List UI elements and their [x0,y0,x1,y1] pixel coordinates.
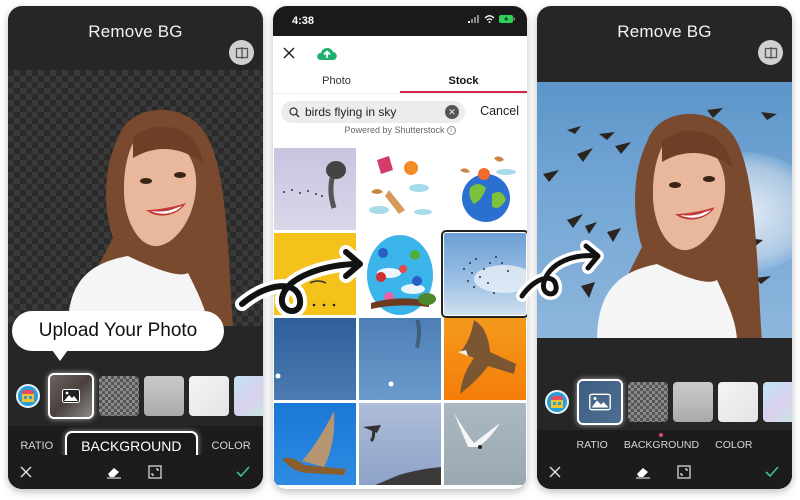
thumbnail-marble[interactable] [718,382,758,422]
store-button[interactable] [545,390,569,414]
result-tern-grey-sky[interactable] [444,403,526,485]
result-hawk-orange-sky[interactable] [444,318,526,400]
tab-color[interactable]: COLOR [707,439,760,451]
status-time: 4:38 [292,15,315,27]
expand-icon [677,465,691,479]
close-icon[interactable] [281,45,297,61]
close-icon [549,466,561,478]
checkmark-icon [765,466,779,478]
confirm-button[interactable] [762,462,782,482]
tutorial-composite: Remove BG RATIO BACKGROUND COLOR Upload … [0,0,800,500]
thumbnail-concrete[interactable] [144,376,184,416]
result-falcon-blue-sky[interactable] [274,403,356,485]
tab-stock[interactable]: Stock [400,70,527,93]
thumbnail-transparent[interactable] [628,382,668,422]
result-blue-sky-moon[interactable] [274,318,356,400]
upload-callout: Upload Your Photo [12,311,224,361]
clear-search-button[interactable]: ✕ [445,105,459,119]
result-globe-birds-illustration[interactable] [444,148,526,230]
tab-color[interactable]: COLOR [204,440,259,452]
phone-editor-before: Remove BG RATIO BACKGROUND COLOR [8,6,263,489]
close-icon [20,466,32,478]
eraser-button[interactable] [104,462,124,482]
tab-photo[interactable]: Photo [273,70,400,93]
screen-title: Remove BG [88,22,183,41]
background-thumbnails [8,372,263,420]
tab-background-label: BACKGROUND [623,439,700,451]
image-icon [62,389,80,403]
thumbnail-concrete[interactable] [673,382,713,422]
clear-icon: ✕ [448,106,456,117]
close-button[interactable] [16,462,36,482]
stock-results-grid [274,148,527,485]
screen-title: Remove BG [617,22,712,41]
cancel-button[interactable]: Cancel [480,104,519,118]
result-gull-over-hill[interactable] [359,403,441,485]
compare-button[interactable] [758,40,783,65]
signal-icon [468,15,479,23]
cutout-person [58,98,238,326]
compare-button[interactable] [229,40,254,65]
thumbnail-marble[interactable] [189,376,229,416]
thumbnail-pastel[interactable] [234,376,263,416]
tab-ratio[interactable]: RATIO [569,439,616,451]
image-icon [589,393,611,411]
search-input[interactable] [305,105,435,119]
crop-button[interactable] [674,462,694,482]
compare-icon [235,46,248,59]
search-icon [289,106,300,117]
close-button[interactable] [545,462,565,482]
phone-stock-picker: 4:38 Photo Stock ✕ Can [273,6,527,489]
wifi-icon [484,15,495,23]
tab-ratio[interactable]: RATIO [12,440,61,452]
background-thumbnails [537,378,792,426]
result-starling-murmuration[interactable] [274,148,356,230]
expand-icon [148,465,162,479]
active-indicator [659,433,664,437]
confirm-button[interactable] [233,462,253,482]
source-tabs: Photo Stock [273,70,527,94]
result-birds-yellow-background[interactable] [274,233,356,315]
store-icon [551,396,563,408]
editor-actions [8,455,263,489]
result-blue-sky-flock-moon[interactable] [359,318,441,400]
compare-icon [764,46,777,59]
canvas-transparent [8,70,263,326]
eraser-icon [107,468,121,479]
cutout-person [592,102,772,338]
cloud-upload-icon[interactable] [315,44,339,62]
thumbnail-transparent[interactable] [99,376,139,416]
store-button[interactable] [16,384,40,408]
editor-actions [537,455,792,489]
crop-button[interactable] [145,462,165,482]
battery-charging-icon [499,15,515,23]
checkmark-icon [236,466,250,478]
thumbnail-uploaded-photo[interactable] [48,373,94,419]
result-cartoon-birds-oval[interactable] [359,233,441,315]
store-icon [22,390,34,402]
eraser-icon [636,468,650,479]
search-field[interactable]: ✕ [281,101,465,123]
phone-editor-after: Remove BG RATIO BACKGROUND COLOR [537,6,792,489]
thumbnail-sky-photo[interactable] [577,379,623,425]
result-flock-blue-sky[interactable] [441,230,527,318]
eraser-button[interactable] [633,462,653,482]
thumbnail-pastel[interactable] [763,382,792,422]
status-bar: 4:38 [273,6,527,36]
result-kite-birds-illustration[interactable] [359,148,441,230]
canvas-with-sky-background [537,82,792,338]
tab-background[interactable]: BACKGROUND [616,433,707,451]
